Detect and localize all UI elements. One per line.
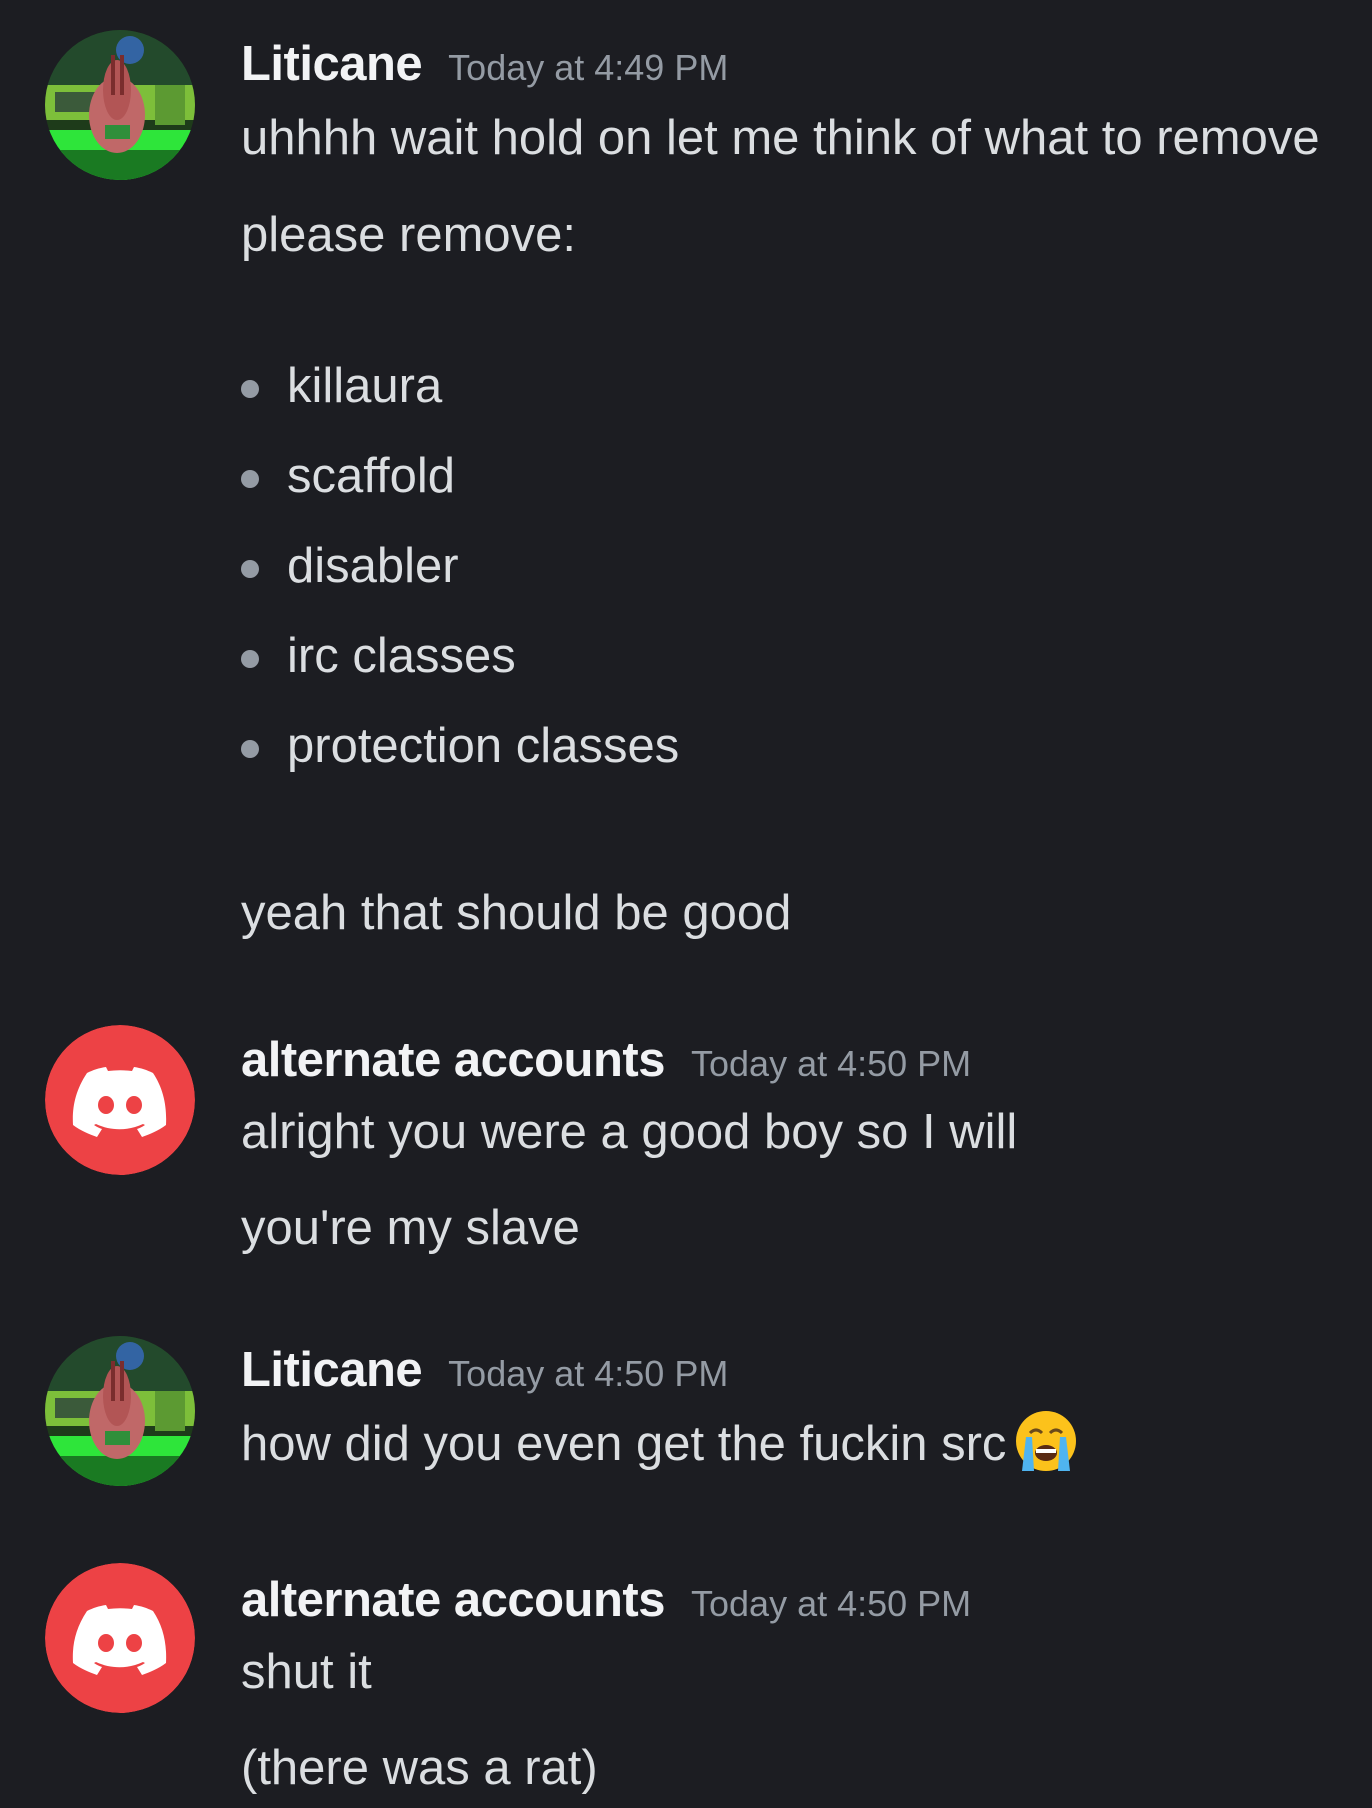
message-text: yeah that should be good xyxy=(241,886,792,940)
timestamp[interactable]: Today at 4:50 PM xyxy=(691,1583,971,1624)
discord-logo-icon xyxy=(45,1025,195,1175)
message-text: please remove: xyxy=(241,208,577,262)
patrick-avatar-icon xyxy=(45,1336,195,1486)
message-text: shut it xyxy=(241,1645,372,1699)
bullet-icon xyxy=(241,650,259,668)
discord-logo-icon xyxy=(45,1563,195,1713)
bullet-icon xyxy=(241,380,259,398)
timestamp[interactable]: Today at 4:49 PM xyxy=(448,47,728,88)
message-text: how did you even get the fuckin src xyxy=(241,1411,1080,1475)
user-avatar[interactable] xyxy=(45,30,195,180)
message-text: alright you were a good boy so I will xyxy=(241,1105,1018,1159)
message-group: alternate accounts Today at 4:50 PM alrig… xyxy=(0,1020,1372,1280)
patrick-avatar-icon xyxy=(45,30,195,180)
message-group: Liticane Today at 4:49 PM uhhhh wait hold… xyxy=(0,0,1372,980)
message-text: (there was a rat) xyxy=(241,1741,598,1795)
bullet-icon xyxy=(241,560,259,578)
user-avatar[interactable] xyxy=(45,1336,195,1486)
message-text: you're my slave xyxy=(241,1201,580,1255)
bullet-icon xyxy=(241,470,259,488)
user-avatar[interactable] xyxy=(45,1563,195,1713)
message-text: uhhhh wait hold on let me think of what … xyxy=(241,111,1320,165)
message-group: alternate accounts Today at 4:50 PM shut … xyxy=(0,1560,1372,1808)
bullet-icon xyxy=(241,740,259,758)
username[interactable]: alternate accounts xyxy=(241,1033,666,1087)
timestamp[interactable]: Today at 4:50 PM xyxy=(448,1353,728,1394)
username[interactable]: Liticane xyxy=(241,37,423,91)
username[interactable]: alternate accounts xyxy=(241,1573,666,1627)
username[interactable]: Liticane xyxy=(241,1343,423,1397)
loudly-crying-face-icon xyxy=(1016,1411,1077,1472)
timestamp[interactable]: Today at 4:50 PM xyxy=(691,1043,971,1084)
message-group: Liticane Today at 4:50 PM how did you eve… xyxy=(0,1336,1372,1496)
user-avatar[interactable] xyxy=(45,1025,195,1175)
